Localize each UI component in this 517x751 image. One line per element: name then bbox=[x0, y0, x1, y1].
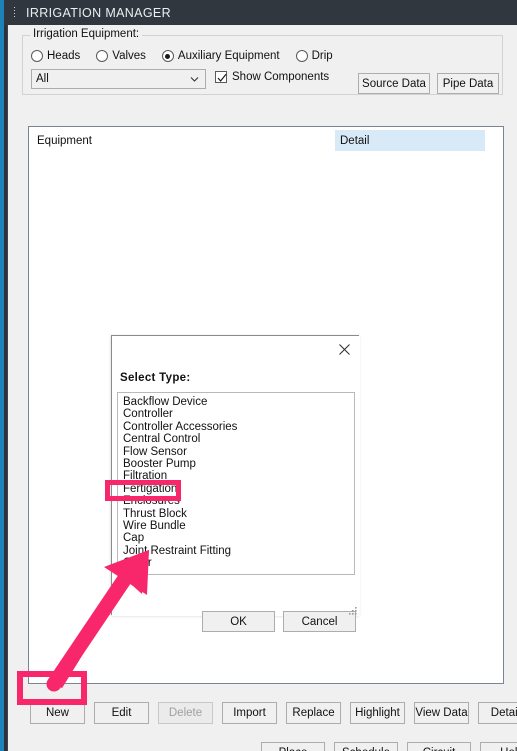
import-button[interactable]: Import bbox=[222, 702, 277, 724]
checkmark-icon bbox=[215, 71, 227, 83]
delete-button: Delete bbox=[158, 702, 213, 724]
combo-value: All bbox=[36, 73, 49, 85]
help-button[interactable]: Help bbox=[480, 742, 517, 751]
dialog-button-row: OK Cancel bbox=[202, 611, 356, 632]
place-button[interactable]: Place bbox=[261, 742, 325, 751]
source-data-button[interactable]: Source Data bbox=[358, 73, 430, 94]
list-item[interactable]: Other bbox=[121, 557, 354, 569]
radio-label: Drip bbox=[311, 50, 333, 62]
column-header-equipment[interactable]: Equipment bbox=[37, 135, 92, 147]
replace-button[interactable]: Replace bbox=[286, 702, 341, 724]
pipe-data-button[interactable]: Pipe Data bbox=[437, 73, 499, 94]
radio-valves[interactable]: Valves bbox=[96, 50, 146, 62]
checkbox-label: Show Components bbox=[232, 71, 330, 83]
select-type-listbox[interactable]: Backflow Device Controller Controller Ac… bbox=[117, 392, 355, 575]
list-item[interactable]: Filtration bbox=[121, 470, 354, 482]
list-item[interactable]: Controller Accessories bbox=[121, 421, 354, 433]
primary-action-bar: New Edit Delete Import Replace Highlight… bbox=[30, 702, 517, 724]
edit-button[interactable]: Edit bbox=[94, 702, 149, 724]
equipment-filter-combo[interactable]: All bbox=[31, 69, 206, 89]
radio-label: Auxiliary Equipment bbox=[177, 50, 280, 62]
radio-dot-icon bbox=[295, 50, 308, 62]
circuit-button[interactable]: Circuit bbox=[407, 742, 471, 751]
title-bar[interactable]: IRRIGATION MANAGER bbox=[4, 0, 517, 25]
dialog-body: Select Type: Backflow Device Controller … bbox=[112, 362, 360, 632]
page-title: IRRIGATION MANAGER bbox=[26, 5, 171, 20]
resize-grip-icon[interactable] bbox=[347, 603, 358, 615]
show-components-checkbox[interactable]: Show Components bbox=[215, 71, 329, 83]
view-data-button[interactable]: View Data bbox=[414, 702, 469, 724]
chevron-down-icon[interactable] bbox=[190, 75, 199, 84]
highlight-button[interactable]: Highlight bbox=[350, 702, 405, 724]
equipment-type-radio-group: Heads Valves Auxiliary Equipment Drip bbox=[31, 50, 349, 62]
data-buttons-group: Source Data Pipe Data bbox=[358, 73, 499, 94]
list-item[interactable]: Fertigation bbox=[121, 483, 354, 495]
select-type-label: Select Type: bbox=[120, 372, 191, 384]
irrigation-manager-window: IRRIGATION MANAGER Irrigation Equipment:… bbox=[0, 0, 517, 751]
group-legend: Irrigation Equipment: bbox=[30, 28, 143, 40]
radio-dot-icon bbox=[31, 50, 43, 62]
new-button[interactable]: New bbox=[30, 702, 85, 724]
radio-drip[interactable]: Drip bbox=[295, 50, 333, 62]
close-icon[interactable] bbox=[334, 340, 354, 358]
grip-dots-icon[interactable] bbox=[8, 0, 20, 25]
list-item[interactable]: Flow Sensor bbox=[121, 446, 354, 458]
ok-button[interactable]: OK bbox=[202, 611, 275, 632]
schedule-button[interactable]: Schedule bbox=[334, 742, 398, 751]
radio-label: Heads bbox=[47, 50, 81, 62]
radio-label: Valves bbox=[112, 50, 146, 62]
list-item[interactable]: Enclosures bbox=[121, 495, 354, 507]
list-item[interactable]: Joint Restraint Fitting bbox=[121, 545, 354, 557]
list-item-wire-bundle[interactable]: Wire Bundle bbox=[121, 520, 354, 532]
radio-heads[interactable]: Heads bbox=[31, 50, 80, 62]
list-item[interactable]: Backflow Device bbox=[121, 396, 354, 408]
list-item[interactable]: Cap bbox=[121, 532, 354, 544]
select-type-dialog: Select Type: Backflow Device Controller … bbox=[111, 335, 360, 632]
list-item[interactable]: Central Control bbox=[121, 433, 354, 445]
list-item[interactable]: Controller bbox=[121, 408, 354, 420]
radio-dot-icon bbox=[96, 50, 109, 62]
radio-dot-icon bbox=[161, 50, 174, 62]
radio-auxiliary-equipment[interactable]: Auxiliary Equipment bbox=[161, 50, 280, 62]
list-item[interactable]: Booster Pump bbox=[121, 458, 354, 470]
list-item[interactable]: Thrust Block bbox=[121, 508, 354, 520]
column-header-detail[interactable]: Detail bbox=[335, 130, 485, 151]
detail-button[interactable]: Detail bbox=[478, 702, 517, 724]
cancel-button[interactable]: Cancel bbox=[283, 611, 356, 632]
dialog-title-bar[interactable] bbox=[112, 336, 360, 362]
secondary-action-bar: Place Schedule Circuit Help bbox=[261, 742, 517, 751]
window-body: Irrigation Equipment: Heads Valves Auxil… bbox=[7, 25, 517, 751]
